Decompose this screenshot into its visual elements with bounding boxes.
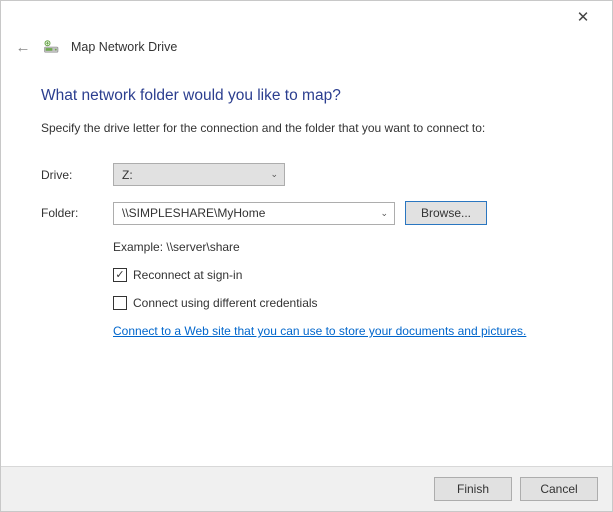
finish-button[interactable]: Finish xyxy=(434,477,512,501)
credentials-label: Connect using different credentials xyxy=(133,296,318,310)
chevron-down-icon: ⌄ xyxy=(380,208,388,219)
drive-value: Z: xyxy=(122,168,133,182)
website-link-row: Connect to a Web site that you can use t… xyxy=(113,324,584,338)
dialog-footer: Finish Cancel xyxy=(1,466,612,511)
reconnect-label: Reconnect at sign-in xyxy=(133,268,242,282)
page-heading: What network folder would you like to ma… xyxy=(41,87,584,105)
reconnect-row[interactable]: ✓ Reconnect at sign-in xyxy=(113,268,584,282)
browse-button[interactable]: Browse... xyxy=(405,201,487,225)
options-block: Example: \\server\share ✓ Reconnect at s… xyxy=(113,240,584,338)
instruction-text: Specify the drive letter for the connect… xyxy=(41,121,584,135)
network-drive-icon xyxy=(43,38,61,56)
back-arrow-icon[interactable]: ← xyxy=(13,37,33,57)
close-icon[interactable]: ✕ xyxy=(568,5,598,29)
cancel-button[interactable]: Cancel xyxy=(520,477,598,501)
reconnect-checkbox[interactable]: ✓ xyxy=(113,268,127,282)
folder-row: Folder: \\SIMPLESHARE\MyHome ⌄ Browse... xyxy=(41,201,584,225)
example-text: Example: \\server\share xyxy=(113,240,584,254)
credentials-row[interactable]: Connect using different credentials xyxy=(113,296,584,310)
dialog-title: Map Network Drive xyxy=(71,40,177,54)
chevron-down-icon: ⌄ xyxy=(270,169,278,180)
drive-row: Drive: Z: ⌄ xyxy=(41,163,584,186)
dialog-header: ← Map Network Drive xyxy=(1,33,612,65)
drive-select[interactable]: Z: ⌄ xyxy=(113,163,285,186)
folder-combobox[interactable]: \\SIMPLESHARE\MyHome ⌄ xyxy=(113,202,395,225)
dialog-content: What network folder would you like to ma… xyxy=(1,65,612,466)
folder-value: \\SIMPLESHARE\MyHome xyxy=(122,206,265,220)
titlebar: ✕ xyxy=(1,1,612,33)
map-network-drive-dialog: ✕ ← Map Network Drive What network folde… xyxy=(0,0,613,512)
credentials-checkbox[interactable] xyxy=(113,296,127,310)
drive-label: Drive: xyxy=(41,168,113,182)
connect-website-link[interactable]: Connect to a Web site that you can use t… xyxy=(113,324,526,338)
folder-label: Folder: xyxy=(41,206,113,220)
